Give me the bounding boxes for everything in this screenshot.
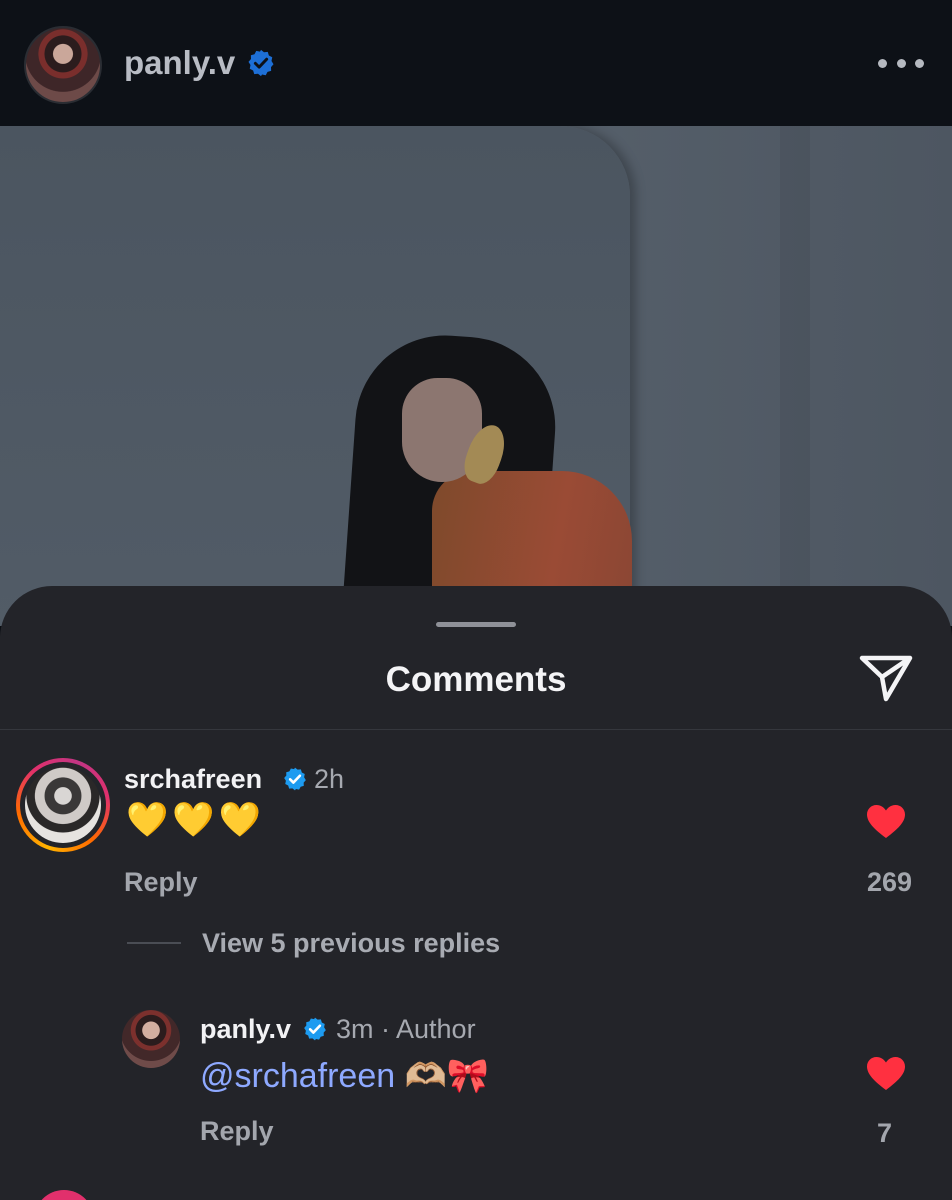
commenter-avatar[interactable] <box>16 758 110 852</box>
send-icon[interactable] <box>856 652 916 704</box>
view-replies-button[interactable]: View 5 previous replies <box>202 928 500 959</box>
reply-username[interactable]: panly.v <box>200 1014 291 1045</box>
verified-badge-icon <box>246 48 276 78</box>
reply-timestamp: 3m · Author <box>336 1014 476 1044</box>
like-count[interactable]: 269 <box>812 867 912 898</box>
sheet-drag-handle[interactable] <box>436 622 516 627</box>
reply-text: @srchafreen 🫶🏼🎀 <box>200 1056 489 1096</box>
reply-author-avatar[interactable] <box>122 1010 180 1068</box>
comment-username[interactable]: srchafreen <box>124 764 262 795</box>
comments-sheet: Comments srchafreen 2h 💛💛💛 Reply 269 Vie… <box>0 586 952 1200</box>
reply-button[interactable]: Reply <box>200 1116 274 1147</box>
author-username[interactable]: panly.v <box>124 44 235 82</box>
sheet-divider <box>0 729 952 730</box>
comments-title: Comments <box>385 660 567 699</box>
comment-text: 💛💛💛 <box>126 801 266 839</box>
like-heart-icon[interactable] <box>866 1056 906 1092</box>
verified-badge-icon <box>302 1016 328 1042</box>
post-header: panly.v <box>0 0 952 126</box>
mention-link[interactable]: @srchafreen <box>200 1057 395 1095</box>
next-commenter-avatar[interactable] <box>34 1190 94 1200</box>
more-options-icon[interactable] <box>878 48 924 78</box>
post-photo[interactable] <box>0 126 952 626</box>
reply-emoji: 🫶🏼🎀 <box>395 1057 490 1095</box>
reply-button[interactable]: Reply <box>124 867 198 898</box>
like-heart-icon[interactable] <box>866 804 906 840</box>
comment-timestamp: 2h <box>314 764 345 794</box>
like-count[interactable]: 7 <box>792 1118 892 1149</box>
verified-badge-icon <box>282 766 308 792</box>
author-avatar[interactable] <box>24 26 102 104</box>
replies-connector <box>127 942 181 944</box>
